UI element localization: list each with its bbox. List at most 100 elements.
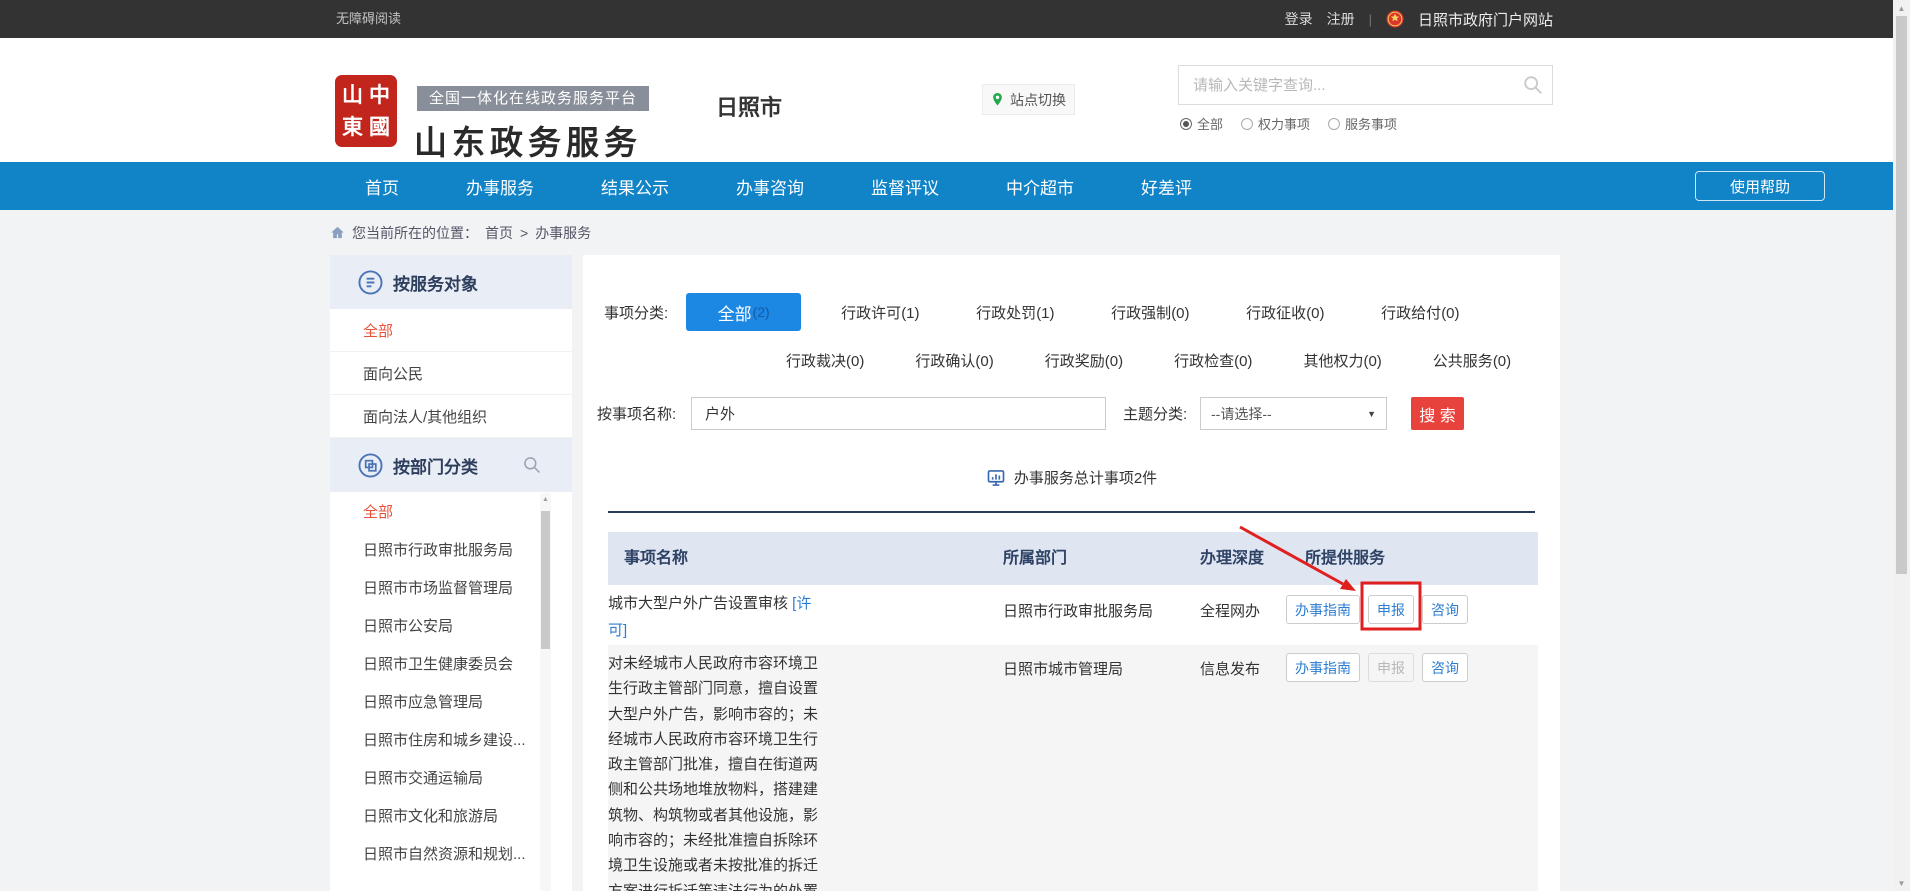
nav-item-consult[interactable]: 办事咨询 xyxy=(736,174,804,199)
table-row: 对未经城市人民政府市容环境卫生行政主管部门同意，擅自设置大型户外广告，影响市容的… xyxy=(608,645,1538,891)
filter-item[interactable]: 行政奖励(0) xyxy=(1045,350,1123,371)
scope-option-all[interactable]: 全部 xyxy=(1180,114,1223,133)
scope-label: 全部 xyxy=(1197,114,1223,133)
filter-item[interactable]: 公共服务(0) xyxy=(1433,350,1511,371)
radio-icon xyxy=(1241,118,1253,130)
search-icon[interactable] xyxy=(1522,74,1544,101)
site-switch-label: 站点切换 xyxy=(1010,90,1066,110)
topic-select[interactable]: --请选择-- ▼ xyxy=(1200,397,1387,430)
item-name-input[interactable] xyxy=(691,397,1106,430)
department-list-scrollbar[interactable]: ▲ xyxy=(540,493,551,891)
filter-item[interactable]: 行政给付(0) xyxy=(1381,302,1465,323)
breadcrumb-current: 办事服务 xyxy=(535,223,591,243)
platform-badge: 全国一体化在线政务服务平台 xyxy=(417,86,649,111)
dept-item[interactable]: 日照市交通运输局 xyxy=(330,758,572,796)
dept-item[interactable]: 日照市行政审批服务局 xyxy=(330,530,572,568)
radio-icon xyxy=(1328,118,1340,130)
item-name-link[interactable]: 城市大型户外广告设置审核 xyxy=(608,595,792,612)
portal-link[interactable]: 日照市政府门户网站 xyxy=(1418,9,1553,30)
home-icon xyxy=(330,225,345,240)
scrollbar-thumb[interactable] xyxy=(541,511,550,649)
scope-option-service[interactable]: 服务事项 xyxy=(1328,114,1397,133)
nav-item-services[interactable]: 办事服务 xyxy=(466,174,534,199)
department-search-icon[interactable] xyxy=(522,455,542,475)
radio-selected-icon xyxy=(1180,118,1192,130)
nav-item-results[interactable]: 结果公示 xyxy=(601,174,669,199)
scope-option-power[interactable]: 权力事项 xyxy=(1241,114,1310,133)
breadcrumb-home-link[interactable]: 首页 xyxy=(485,223,513,243)
filter-item[interactable]: 行政强制(0) xyxy=(1111,302,1195,323)
register-link[interactable]: 注册 xyxy=(1327,9,1355,29)
help-button[interactable]: 使用帮助 xyxy=(1695,171,1825,201)
section-title: 按服务对象 xyxy=(393,270,478,295)
scrollbar-thumb[interactable] xyxy=(1896,16,1907,574)
main-nav: 首页 办事服务 结果公示 办事咨询 监督评议 中介超市 好差评 使用帮助 xyxy=(0,162,1893,210)
seal-char: 東 xyxy=(342,117,363,138)
page: 无障碍阅读 登录 注册 | 日照市政府门户网站 山 中 東 國 全国一体化在线政… xyxy=(0,0,1910,891)
service-target-section-header: 按服务对象 xyxy=(330,255,572,309)
filter-item[interactable]: 行政征收(0) xyxy=(1246,302,1330,323)
nav-list: 首页 办事服务 结果公示 办事咨询 监督评议 中介超市 好差评 xyxy=(365,162,1192,210)
login-link[interactable]: 登录 xyxy=(1285,9,1313,29)
nav-item-supervision[interactable]: 监督评议 xyxy=(871,174,939,199)
seal-char: 山 xyxy=(342,85,363,106)
dept-item[interactable]: 日照市自然资源和规划... xyxy=(330,834,572,872)
item-search-row: 按事项名称: 主题分类: --请选择-- ▼ 搜 索 xyxy=(583,397,1560,430)
filter-item[interactable]: 行政确认(0) xyxy=(915,350,993,371)
item-service-buttons: 办事指南 申报 咨询 xyxy=(1286,595,1468,624)
filter-all-button[interactable]: 全部 (2) xyxy=(686,293,801,331)
seal-char: 國 xyxy=(369,117,390,138)
guide-button[interactable]: 办事指南 xyxy=(1286,653,1360,682)
dept-item[interactable]: 日照市卫生健康委员会 xyxy=(330,644,572,682)
dept-item[interactable]: 日照市应急管理局 xyxy=(330,682,572,720)
guide-button[interactable]: 办事指南 xyxy=(1286,595,1360,624)
dept-item-all[interactable]: 全部 xyxy=(330,492,572,530)
item-depth-cell: 全程网办 xyxy=(1200,600,1260,621)
breadcrumb-prefix: 您当前所在的位置： xyxy=(352,223,478,243)
consult-button[interactable]: 咨询 xyxy=(1422,653,1468,682)
topic-select-value: --请选择-- xyxy=(1211,404,1272,424)
nav-item-rating[interactable]: 好差评 xyxy=(1141,174,1192,199)
item-name-cell: 城市大型户外广告设置审核 [许可] xyxy=(608,590,821,644)
filter-item[interactable]: 其他权力(0) xyxy=(1303,350,1381,371)
chevron-down-icon: ▼ xyxy=(1367,409,1376,419)
scope-label: 权力事项 xyxy=(1258,114,1310,133)
dept-item[interactable]: 日照市住房和城乡建设... xyxy=(330,720,572,758)
filter-item[interactable]: 行政许可(1) xyxy=(841,302,925,323)
table-header: 事项名称 所属部门 办理深度 所提供服务 xyxy=(608,532,1538,585)
scroll-up-arrow-icon[interactable]: ▲ xyxy=(540,493,551,505)
site-switch-button[interactable]: 站点切换 xyxy=(982,84,1075,115)
sidebar-item-citizens[interactable]: 面向公民 xyxy=(330,352,572,395)
shandong-seal-logo: 山 中 東 國 xyxy=(335,75,397,147)
item-name-label: 按事项名称: xyxy=(597,403,691,424)
page-scrollbar[interactable]: ▲ ▼ xyxy=(1893,0,1910,891)
sidebar: 按服务对象 全部 面向公民 面向法人/其他组织 按部门分类 全部 日照市行政审批… xyxy=(330,255,572,891)
nav-item-home[interactable]: 首页 xyxy=(365,174,399,199)
header-search-input[interactable] xyxy=(1179,66,1523,104)
item-name-link[interactable]: 对未经城市人民政府市容环境卫生行政主管部门同意，擅自设置大型户外广告，影响市容的… xyxy=(608,655,818,891)
filter-item[interactable]: 行政检查(0) xyxy=(1174,350,1252,371)
scroll-down-arrow-icon[interactable]: ▼ xyxy=(1893,875,1910,891)
col-header-services: 所提供服务 xyxy=(1305,532,1385,585)
search-scope-radios: 全部 权力事项 服务事项 xyxy=(1180,114,1397,133)
sidebar-item-legal-persons[interactable]: 面向法人/其他组织 xyxy=(330,395,572,438)
scroll-up-arrow-icon[interactable]: ▲ xyxy=(1893,0,1910,16)
topbar-separator: | xyxy=(1369,12,1372,27)
dept-item[interactable]: 日照市市场监督管理局 xyxy=(330,568,572,606)
consult-button[interactable]: 咨询 xyxy=(1422,595,1468,624)
dept-item[interactable]: 日照市公安局 xyxy=(330,606,572,644)
accessibility-link[interactable]: 无障碍阅读 xyxy=(336,0,401,38)
search-button[interactable]: 搜 索 xyxy=(1411,397,1464,430)
item-service-buttons: 办事指南 申报 咨询 xyxy=(1286,653,1468,682)
breadcrumb-separator: > xyxy=(520,225,528,241)
table-row: 城市大型户外广告设置审核 [许可] 日照市行政审批服务局 全程网办 办事指南 申… xyxy=(608,585,1538,645)
filter-all-count: (2) xyxy=(753,304,770,320)
apply-button[interactable]: 申报 xyxy=(1368,595,1414,624)
stats-text: 办事服务总计事项2件 xyxy=(1014,467,1157,488)
apply-button-disabled: 申报 xyxy=(1368,653,1414,682)
filter-item[interactable]: 行政处罚(1) xyxy=(976,302,1060,323)
sidebar-item-all-targets[interactable]: 全部 xyxy=(330,309,572,352)
dept-item[interactable]: 日照市文化和旅游局 xyxy=(330,796,572,834)
filter-item[interactable]: 行政裁决(0) xyxy=(786,350,864,371)
nav-item-intermediary[interactable]: 中介超市 xyxy=(1006,174,1074,199)
